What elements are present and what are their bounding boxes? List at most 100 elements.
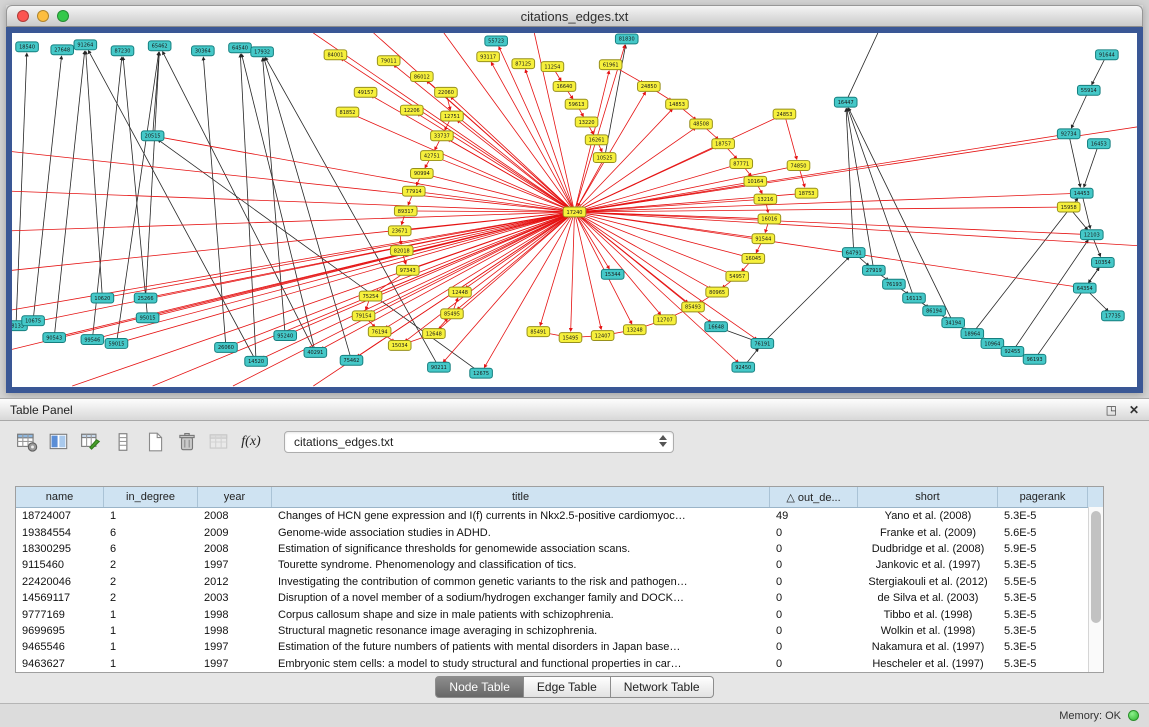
graph-node[interactable]: 12103 (1080, 230, 1103, 240)
table-row[interactable]: 946362711997Embryonic stem cells: a mode… (16, 656, 1103, 672)
graph-node[interactable]: 64791 (842, 248, 865, 258)
table-row[interactable]: 911546021997Tourette syndrome. Phenomeno… (16, 557, 1103, 573)
graph-node[interactable]: 79011 (377, 56, 400, 66)
graph-node[interactable]: 10620 (91, 293, 114, 303)
graph-node[interactable]: 16113 (903, 293, 926, 303)
column-header-year[interactable]: year (198, 487, 272, 507)
column-header-short[interactable]: short (858, 487, 998, 507)
graph-node[interactable]: 14520 (245, 356, 268, 366)
graph-node[interactable]: 76194 (368, 327, 391, 337)
graph-node[interactable]: 74850 (787, 161, 810, 171)
graph-node[interactable]: 82018 (390, 246, 413, 256)
graph-node[interactable]: 23671 (388, 226, 411, 236)
table-row[interactable]: 2242004622012Investigating the contribut… (16, 574, 1103, 590)
table-row[interactable]: 1830029562008Estimation of significance … (16, 541, 1103, 557)
graph-node[interactable]: 15034 (388, 341, 411, 351)
table-source-select[interactable]: citations_edges.txt (284, 431, 674, 453)
graph-node[interactable]: 16045 (742, 254, 765, 264)
column-header-name[interactable]: name (16, 487, 104, 507)
graph-node[interactable]: 15495 (559, 333, 582, 343)
graph-node[interactable]: 16016 (758, 214, 781, 224)
graph-node[interactable]: 91544 (752, 234, 775, 244)
tab-network-table[interactable]: Network Table (611, 676, 714, 698)
graph-node[interactable]: 24850 (638, 81, 661, 91)
graph-node[interactable]: 24853 (773, 109, 796, 119)
graph-node[interactable]: 49157 (354, 87, 377, 97)
graph-node[interactable]: 87771 (730, 159, 753, 169)
graph-node[interactable]: 86012 (411, 72, 434, 82)
graph-node[interactable]: 48508 (690, 119, 713, 129)
graph-node[interactable]: 14453 (1070, 188, 1093, 198)
table-row[interactable]: 977716911998Corpus callosum shape and si… (16, 606, 1103, 622)
graph-node[interactable]: 95240 (274, 331, 297, 341)
graph-node[interactable]: 15344 (601, 269, 624, 279)
graph-node[interactable]: 87230 (111, 46, 134, 56)
table-row[interactable]: 969969511998Structural magnetic resonanc… (16, 623, 1103, 639)
graph-node[interactable]: 12448 (449, 287, 472, 297)
graph-node[interactable]: 54957 (726, 271, 749, 281)
graph-node[interactable]: 55914 (1077, 85, 1100, 95)
scrollbar-thumb[interactable] (1091, 511, 1101, 623)
graph-node[interactable]: 17735 (1102, 311, 1125, 321)
graph-node[interactable]: 12407 (591, 331, 614, 341)
graph-node[interactable]: 16447 (834, 97, 857, 107)
graph-node[interactable]: 16640 (553, 81, 576, 91)
graph-node[interactable]: 13220 (575, 117, 598, 127)
graph-node[interactable]: 10525 (593, 153, 616, 163)
graph-node[interactable]: 59015 (105, 339, 128, 349)
graph-node[interactable]: 90543 (43, 333, 66, 343)
graph-node[interactable]: 79154 (352, 311, 375, 321)
minimize-window-button[interactable] (37, 10, 49, 22)
graph-node[interactable]: 91644 (1096, 50, 1119, 60)
close-panel-icon[interactable]: ✕ (1129, 404, 1139, 416)
graph-node[interactable]: 80965 (706, 287, 729, 297)
graph-node[interactable]: 27919 (863, 265, 886, 275)
graph-node[interactable]: 65462 (148, 41, 171, 51)
graph-node[interactable]: 99546 (81, 335, 104, 345)
graph-node[interactable]: 34194 (942, 318, 965, 328)
graph-node[interactable]: 11254 (541, 62, 564, 72)
column-header-title[interactable]: title (272, 487, 770, 507)
graph-node[interactable]: 90211 (428, 362, 451, 372)
graph-node[interactable]: 95015 (136, 313, 159, 323)
graph-node[interactable]: 14853 (666, 99, 689, 109)
graph-node[interactable]: 18964 (961, 329, 984, 339)
graph-node[interactable]: 10675 (22, 316, 45, 326)
column-header-pagerank[interactable]: pagerank (998, 487, 1088, 507)
graph-node[interactable]: 33737 (431, 131, 454, 141)
graph-node[interactable]: 17240 (563, 207, 586, 217)
graph-node[interactable]: 30364 (192, 46, 215, 56)
graph-node[interactable]: 13216 (754, 194, 777, 204)
graph-node[interactable]: 87125 (512, 59, 535, 69)
graph-node[interactable]: 64354 (1073, 283, 1096, 293)
graph-node[interactable]: 84001 (324, 50, 347, 60)
delete-button[interactable] (174, 430, 200, 455)
graph-node[interactable]: 92734 (1057, 129, 1080, 139)
graph-node[interactable]: 26060 (215, 343, 238, 353)
show-columns-button[interactable] (46, 430, 72, 455)
graph-node[interactable]: 16453 (1088, 139, 1111, 149)
graph-node[interactable]: 18540 (16, 42, 39, 52)
column-header-out_de[interactable]: △ out_de... (770, 487, 858, 507)
close-window-button[interactable] (17, 10, 29, 22)
graph-node[interactable]: 97343 (396, 265, 419, 275)
graph-node[interactable]: 59613 (565, 99, 588, 109)
table-row[interactable]: 1456911722003Disruption of a novel membe… (16, 590, 1103, 606)
graph-node[interactable]: 17932 (251, 47, 274, 57)
window-titlebar[interactable]: citations_edges.txt (6, 5, 1143, 27)
graph-node[interactable]: 18753 (795, 188, 818, 198)
graph-node[interactable]: 89317 (394, 206, 417, 216)
graph-node[interactable]: 81852 (336, 107, 359, 117)
tab-node-table[interactable]: Node Table (435, 676, 524, 698)
graph-node[interactable]: 61961 (599, 60, 622, 70)
graph-node[interactable]: 22060 (435, 87, 458, 97)
graph-node[interactable]: 91264 (74, 40, 97, 50)
function-builder-button[interactable]: f(x) (238, 430, 264, 455)
graph-node[interactable]: 12648 (423, 329, 446, 339)
rows-button[interactable] (110, 430, 136, 455)
graph-node[interactable]: 92455 (1001, 346, 1024, 356)
graph-node[interactable]: 12707 (654, 315, 677, 325)
column-header-in_degree[interactable]: in_degree (104, 487, 198, 507)
graph-node[interactable]: 76193 (883, 279, 906, 289)
float-panel-icon[interactable]: ◳ (1106, 404, 1117, 416)
